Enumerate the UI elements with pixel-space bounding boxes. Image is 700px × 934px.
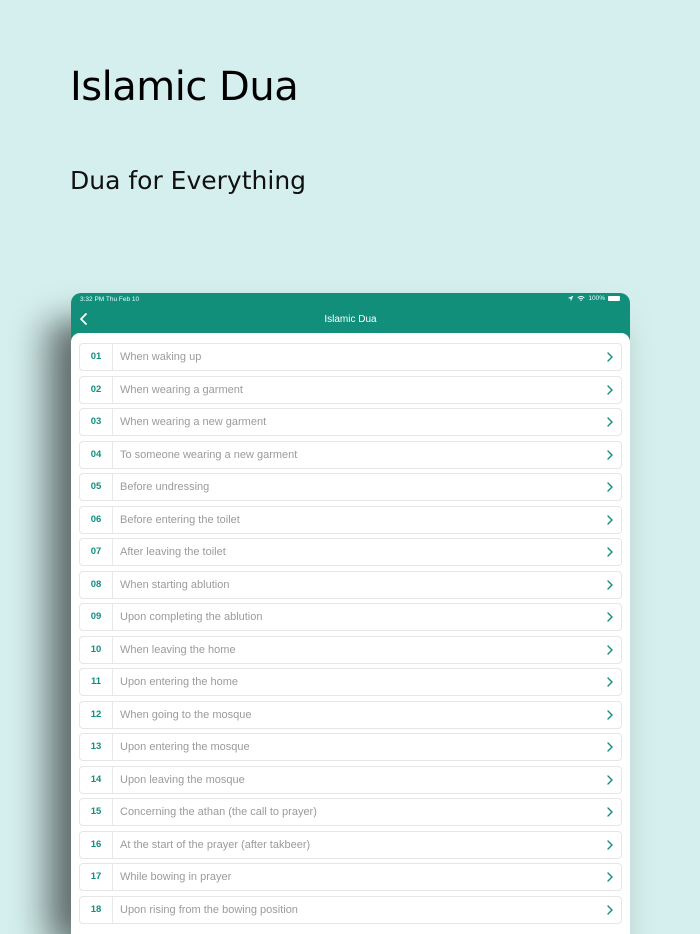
dua-list: 01 When waking up 02 When wearing a garm… [71, 333, 630, 934]
dua-title: Upon entering the mosque [120, 741, 250, 753]
chevron-right-icon [607, 612, 613, 622]
wifi-icon [577, 296, 586, 302]
promo-headline: Islamic Dua [70, 64, 299, 110]
chevron-right-icon [607, 449, 613, 460]
dua-number: 12 [80, 701, 113, 728]
dua-list-item[interactable]: 10 When leaving the home [79, 635, 622, 664]
chevron-right-icon [607, 872, 613, 882]
dua-title: Upon rising from the bowing position [120, 903, 298, 916]
dua-list-item[interactable]: 15 Concerning the athan (the call to pra… [79, 798, 622, 826]
dua-title: Before entering the toilet [120, 513, 240, 526]
dua-number: 10 [80, 636, 113, 663]
dua-title: When starting ablution [120, 578, 230, 591]
chevron-right-icon [607, 384, 613, 395]
dua-number: 03 [80, 409, 113, 435]
dua-list-item[interactable]: 14 Upon leaving the mosque [79, 765, 622, 794]
status-time: 3:32 PM Thu Feb 10 [80, 296, 140, 303]
dua-list-item[interactable]: 09 Upon completing the ablution [79, 603, 622, 631]
dua-number: 07 [80, 539, 113, 565]
dua-list-item[interactable]: 17 While bowing in prayer [79, 863, 622, 891]
dua-number: 16 [80, 831, 113, 858]
dua-number: 09 [80, 604, 113, 630]
dua-number: 04 [80, 441, 113, 468]
dua-list-item[interactable]: 07 After leaving the toilet [79, 538, 622, 566]
dua-list-item[interactable]: 18 Upon rising from the bowing position [79, 895, 622, 924]
dua-list-item[interactable]: 05 Before undressing [79, 473, 622, 501]
dua-title: Upon completing the ablution [120, 611, 263, 623]
status-indicators: 100% [567, 295, 620, 302]
location-icon [568, 295, 574, 302]
dua-list-item[interactable]: 16 At the start of the prayer (after tak… [79, 830, 622, 859]
dua-number: 01 [80, 344, 113, 370]
chevron-right-icon [607, 677, 613, 687]
dua-title: Concerning the athan (the call to prayer… [120, 806, 317, 818]
dua-number: 11 [80, 669, 113, 695]
dua-list-item[interactable]: 08 When starting ablution [79, 570, 622, 599]
chevron-right-icon [607, 807, 613, 817]
dua-number: 06 [80, 506, 113, 533]
dua-number: 05 [80, 474, 113, 500]
dua-title: At the start of the prayer (after takbee… [120, 838, 311, 851]
dua-title: While bowing in prayer [120, 871, 232, 883]
chevron-right-icon [607, 514, 613, 525]
dua-number: 17 [80, 864, 113, 890]
chevron-right-icon [607, 839, 613, 850]
dua-list-item[interactable]: 06 Before entering the toilet [79, 505, 622, 534]
dua-list-item[interactable]: 13 Upon entering the mosque [79, 733, 622, 761]
dua-title: To someone wearing a new garment [120, 448, 298, 461]
dua-number: 15 [80, 799, 113, 825]
chevron-right-icon [607, 742, 613, 752]
dua-list-item[interactable]: 04 To someone wearing a new garment [79, 440, 622, 469]
battery-icon [608, 296, 620, 301]
dua-number: 02 [80, 376, 113, 403]
chevron-right-icon [607, 904, 613, 915]
dua-number: 18 [80, 896, 113, 923]
dua-title: After leaving the toilet [120, 546, 226, 558]
chevron-right-icon [607, 352, 613, 362]
dua-title: Upon entering the home [120, 676, 239, 688]
promo-subline: Dua for Everything [70, 166, 307, 195]
dua-title: Before undressing [120, 481, 210, 493]
dua-number: 13 [80, 734, 113, 760]
chevron-right-icon [607, 644, 613, 655]
dua-number: 14 [80, 766, 113, 793]
dua-list-item[interactable]: 12 When going to the mosque [79, 700, 622, 729]
chevron-right-icon [607, 774, 613, 785]
chevron-right-icon [607, 547, 613, 557]
chevron-right-icon [607, 579, 613, 590]
chevron-right-icon [607, 709, 613, 720]
nav-title: Islamic Dua [324, 314, 377, 325]
dua-title: When wearing a new garment [120, 416, 267, 428]
dua-title: Upon leaving the mosque [120, 773, 245, 786]
device-screen: 3:32 PM Thu Feb 10 100% Islamic Dua 01 W… [71, 293, 630, 934]
battery-percent: 100% [588, 295, 605, 302]
dua-title: When going to the mosque [120, 708, 252, 721]
dua-number: 08 [80, 571, 113, 598]
dua-title: When leaving the home [120, 643, 236, 656]
dua-title: When waking up [120, 351, 202, 363]
chevron-right-icon [607, 417, 613, 427]
dua-list-item[interactable]: 02 When wearing a garment [79, 375, 622, 404]
dua-list-item[interactable]: 11 Upon entering the home [79, 668, 622, 696]
dua-list-item[interactable]: 01 When waking up [79, 343, 622, 371]
dua-list-item[interactable]: 03 When wearing a new garment [79, 408, 622, 436]
dua-title: When wearing a garment [120, 383, 243, 396]
chevron-right-icon [607, 482, 613, 492]
